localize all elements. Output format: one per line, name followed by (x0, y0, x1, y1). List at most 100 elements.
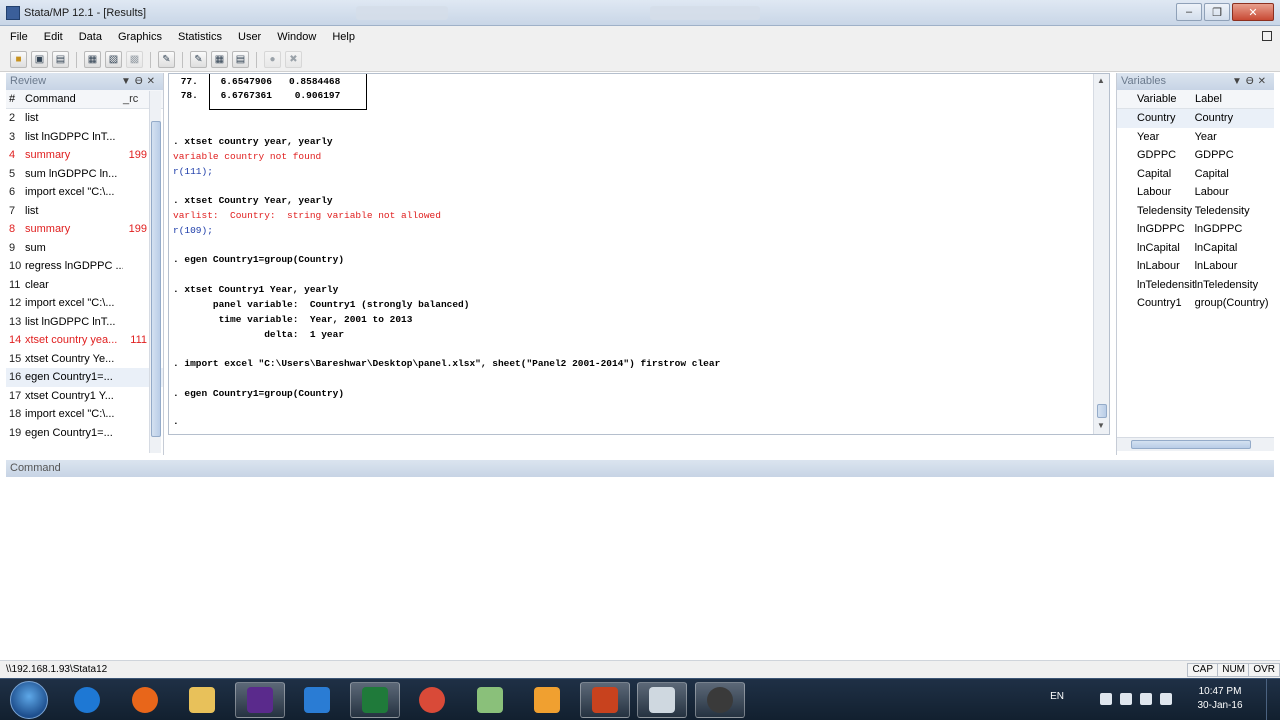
review-cell-cmd: summary (25, 223, 71, 236)
taskbar-app-ie[interactable] (62, 682, 112, 718)
menu-file[interactable]: File (10, 31, 28, 43)
review-col-command[interactable]: Command (25, 93, 123, 105)
taskbar-app-download[interactable] (292, 682, 342, 718)
variable-row[interactable]: Country1 group(Country) (1117, 294, 1274, 313)
more-icon: ● (269, 54, 276, 65)
scroll-up-icon[interactable]: ▲ (1097, 76, 1105, 85)
review-row[interactable]: 18 import excel "C:\... (6, 405, 163, 424)
taskbar-app-powerpoint[interactable] (579, 682, 630, 718)
review-cell-rc: 199 (128, 223, 147, 236)
minimize-button[interactable]: – (1176, 3, 1202, 21)
taskbar-app-explorer[interactable] (177, 682, 227, 718)
review-row[interactable]: 13 list lnGDPPC lnT... (6, 313, 163, 332)
volume-icon[interactable] (1140, 693, 1152, 705)
start-button[interactable] (10, 681, 48, 719)
language-indicator[interactable]: EN (1050, 691, 1064, 702)
flag-icon[interactable] (1100, 693, 1112, 705)
review-panel-controls[interactable]: ▼ϴ✕ (121, 73, 159, 90)
review-row[interactable]: 19 egen Country1=... (6, 424, 163, 443)
variables-panel-controls[interactable]: ▼ϴ✕ (1232, 73, 1270, 90)
review-col-num[interactable]: # (6, 93, 25, 105)
variables-hscroll-thumb[interactable] (1131, 440, 1251, 449)
review-row[interactable]: 5 sum lnGDPPC ln... (6, 165, 163, 184)
menu-edit[interactable]: Edit (44, 31, 63, 43)
taskbar-app-firefox[interactable] (120, 682, 170, 718)
log-button[interactable]: ▦ (84, 51, 101, 68)
review-row[interactable]: 10 regress lnGDPPC ... (6, 257, 163, 276)
review-row[interactable]: 4 summary 199 (6, 146, 163, 165)
variable-row[interactable]: Year Year (1117, 128, 1274, 147)
print-button[interactable]: ▤ (52, 51, 69, 68)
variables-col-variable[interactable]: Variable (1117, 93, 1195, 105)
close-button[interactable]: ✕ (1232, 3, 1274, 21)
minimize-icon: – (1185, 6, 1193, 18)
variables-panel-title: Variables ▼ϴ✕ (1117, 73, 1274, 90)
scroll-down-icon[interactable]: ▼ (1097, 421, 1105, 430)
results-scroll-thumb[interactable] (1097, 404, 1107, 418)
review-row[interactable]: 3 list lnGDPPC lnT... (6, 128, 163, 147)
review-col-rc[interactable]: _rc (123, 93, 147, 105)
command-input[interactable] (6, 478, 1274, 660)
variable-row[interactable]: Labour Labour (1117, 183, 1274, 202)
review-row[interactable]: 11 clear (6, 276, 163, 295)
taskbar-app-folder[interactable] (465, 682, 515, 718)
variable-row[interactable]: lnLabour lnLabour (1117, 257, 1274, 276)
more-button[interactable]: ● (264, 51, 281, 68)
review-row[interactable]: 12 import excel "C:\... (6, 294, 163, 313)
review-cell-cmd: egen Country1=... (25, 371, 113, 384)
break-button[interactable]: ✖ (285, 51, 302, 68)
variable-row[interactable]: Capital Capital (1117, 165, 1274, 184)
menu-user[interactable]: User (238, 31, 261, 43)
calculator-icon (649, 687, 675, 713)
variable-label: group(Country) (1194, 297, 1269, 310)
mdi-restore-icon[interactable] (1262, 31, 1272, 41)
battery-icon[interactable] (1160, 693, 1172, 705)
menu-help[interactable]: Help (332, 31, 355, 43)
menu-statistics[interactable]: Statistics (178, 31, 222, 43)
stata-app-icon[interactable] (6, 6, 20, 20)
menu-graphics[interactable]: Graphics (118, 31, 162, 43)
variable-row[interactable]: lnCapital lnCapital (1117, 239, 1274, 258)
variable-row[interactable]: GDPPC GDPPC (1117, 146, 1274, 165)
variable-row[interactable]: Teledensity Teledensity (1117, 202, 1274, 221)
review-row[interactable]: 2 list (6, 109, 163, 128)
review-row[interactable]: 15 xtset Country Ye... (6, 350, 163, 369)
taskbar-app-calc[interactable] (637, 682, 687, 718)
taskbar-app-stata[interactable] (234, 682, 285, 718)
show-desktop-button[interactable] (1266, 679, 1280, 720)
review-row[interactable]: 9 sum (6, 239, 163, 258)
review-scrollbar[interactable] (149, 91, 161, 453)
variables-col-label[interactable]: Label (1195, 93, 1222, 105)
taskbar-app-excel[interactable] (349, 682, 400, 718)
review-row[interactable]: 17 xtset Country1 Y... (6, 387, 163, 406)
taskbar-clock[interactable]: 10:47 PM 30-Jan-16 (1190, 685, 1250, 713)
open-button[interactable]: ■ (10, 51, 27, 68)
review-scroll-thumb[interactable] (151, 121, 161, 437)
results-line: . egen Country1=group(Country) (173, 254, 345, 265)
variable-row[interactable]: lnGDPPC lnGDPPC (1117, 220, 1274, 239)
graph-button[interactable]: ▩ (126, 51, 143, 68)
taskbar-app-camera[interactable] (694, 682, 745, 718)
variables-hscrollbar[interactable] (1117, 437, 1274, 451)
data-editor-button[interactable]: ✎ (190, 51, 207, 68)
review-row[interactable]: 7 list (6, 202, 163, 221)
taskbar-app-media[interactable] (522, 682, 572, 718)
variables-manager-button[interactable]: ▤ (232, 51, 249, 68)
review-row[interactable]: 8 summary 199 (6, 220, 163, 239)
do-file-editor-button[interactable]: ✎ (158, 51, 175, 68)
results-scrollbar[interactable]: ▲ ▼ (1093, 74, 1109, 434)
taskbar-app-chrome[interactable] (407, 682, 457, 718)
variable-row[interactable]: Country Country (1117, 109, 1274, 128)
menu-data[interactable]: Data (79, 31, 102, 43)
network-icon[interactable] (1120, 693, 1132, 705)
variable-row[interactable]: lnTeledensity lnTeledensity (1117, 276, 1274, 295)
review-row[interactable]: 6 import excel "C:\... (6, 183, 163, 202)
maximize-button[interactable]: ❐ (1204, 3, 1230, 21)
review-cell-num: 13 (9, 315, 22, 328)
data-browser-button[interactable]: ▦ (211, 51, 228, 68)
review-row[interactable]: 16 egen Country1=... (6, 368, 163, 387)
review-row[interactable]: 14 xtset country yea... 111 (6, 331, 163, 350)
save-button[interactable]: ▣ (31, 51, 48, 68)
viewer-button[interactable]: ▧ (105, 51, 122, 68)
menu-window[interactable]: Window (277, 31, 316, 43)
